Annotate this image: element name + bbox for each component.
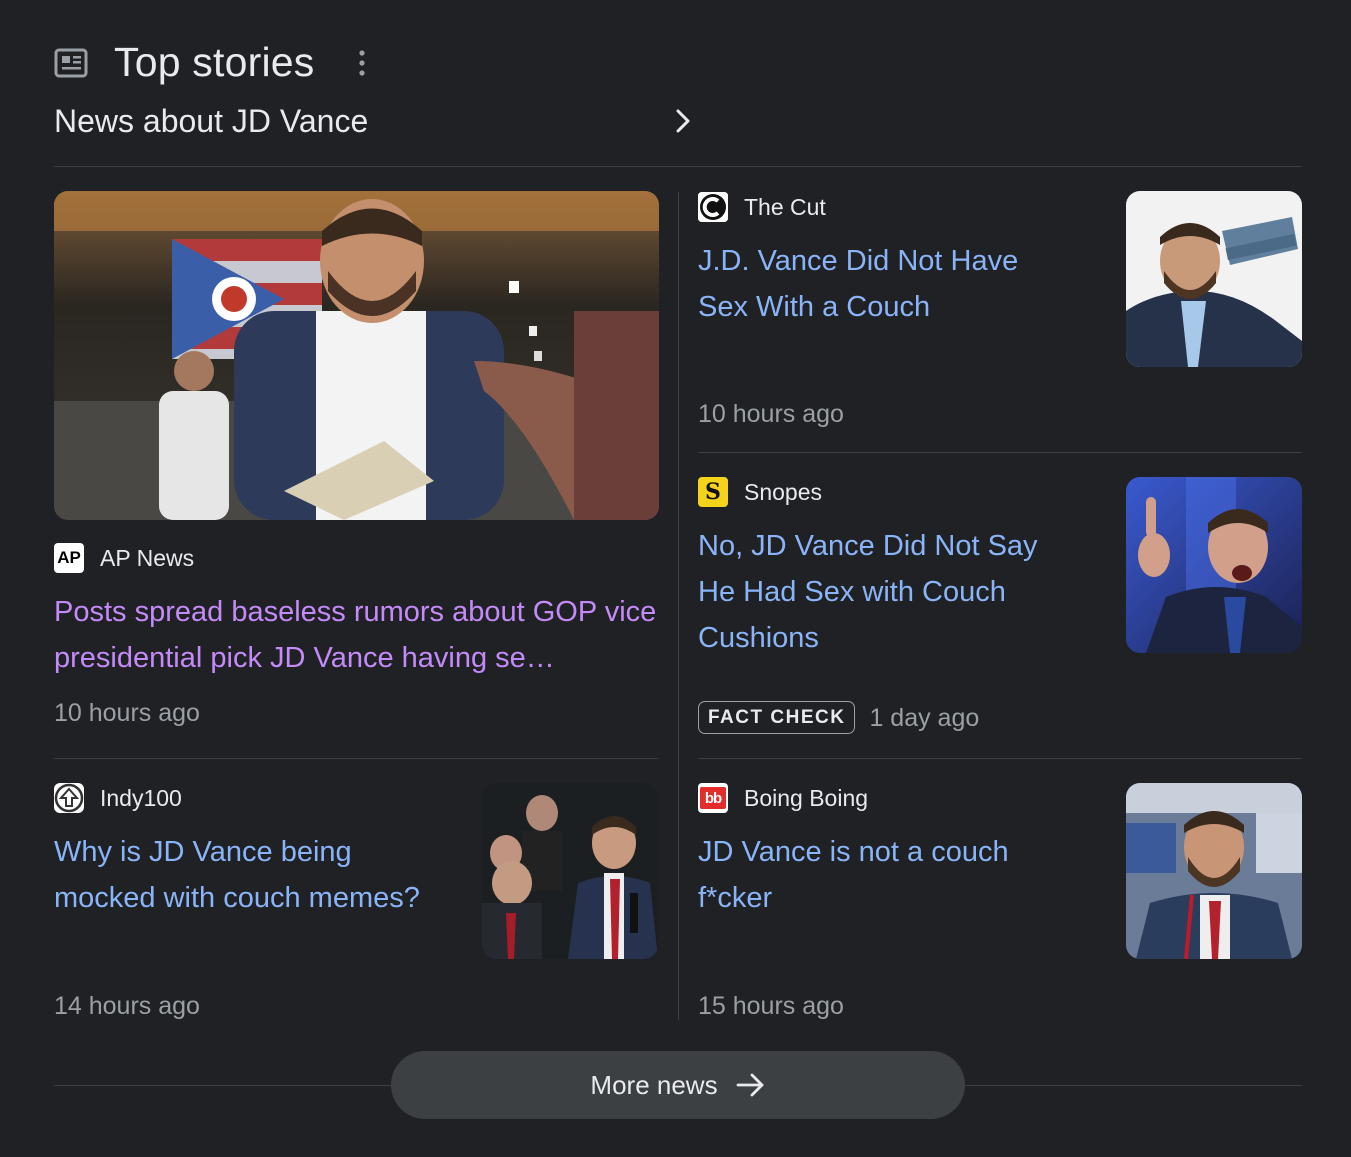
more-news-label: More news [590, 1069, 718, 1100]
source-name: Indy100 [100, 785, 182, 811]
story-card-ap[interactable]: AP AP News Posts spread baseless rumors … [54, 543, 658, 743]
news-about-label: News about JD Vance [54, 103, 369, 139]
column-divider [678, 192, 679, 1020]
story-card-snopes[interactable]: S Snopes No, JD Vance Did Not Say He Had… [698, 477, 1098, 667]
story-card-boingboing[interactable]: bb Boing Boing JD Vance is not a couch f… [698, 783, 1098, 973]
divider [54, 166, 1302, 167]
chevron-right-icon [676, 109, 690, 133]
source-name: The Cut [744, 194, 826, 220]
the-cut-logo-icon [698, 192, 728, 222]
story-time: 1 day ago [869, 703, 980, 732]
story-time: 10 hours ago [54, 699, 200, 727]
newspaper-icon [54, 48, 88, 78]
story-headline[interactable]: Posts spread baseless rumors about GOP v… [54, 589, 658, 681]
divider [698, 758, 1302, 759]
story-meta: FACT CHECK 1 day ago [698, 701, 979, 734]
section-title: Top stories [114, 39, 315, 85]
source-name: AP News [100, 545, 195, 571]
source-name: Boing Boing [744, 785, 869, 811]
story-headline[interactable]: J.D. Vance Did Not Have Sex With a Couch [698, 238, 1058, 330]
ap-logo-text: AP [57, 548, 81, 567]
fact-check-badge: FACT CHECK [698, 701, 856, 734]
story-time: 15 hours ago [698, 992, 844, 1020]
more-news-button[interactable]: More news [391, 1051, 965, 1119]
bb-logo-text: bb [704, 789, 722, 807]
arrow-right-icon [736, 1073, 763, 1097]
story-card-indy100[interactable]: Indy100 Why is JD Vance being mocked wit… [54, 783, 474, 973]
story-image-snopes[interactable] [1126, 477, 1302, 653]
snopes-logo-icon: S [698, 477, 728, 507]
up-arrow-icon [54, 783, 84, 813]
news-about-link[interactable]: News about JD Vance [54, 98, 704, 146]
ap-news-logo-icon: AP [54, 543, 84, 573]
story-card-thecut[interactable]: The Cut J.D. Vance Did Not Have Sex With… [698, 192, 1098, 432]
divider [698, 452, 1302, 453]
indy100-logo-icon [54, 783, 84, 813]
snopes-logo-text: S [705, 479, 721, 505]
story-headline[interactable]: JD Vance is not a couch f*cker [698, 829, 1058, 921]
the-cut-c-icon [698, 192, 728, 222]
story-time: 14 hours ago [54, 992, 200, 1020]
story-headline[interactable]: No, JD Vance Did Not Say He Had Sex with… [698, 523, 1078, 661]
story-image-thecut[interactable] [1126, 191, 1302, 367]
more-options-icon[interactable] [352, 48, 372, 78]
story-image-boingboing[interactable] [1126, 783, 1302, 959]
source-name: Snopes [744, 479, 823, 505]
story-headline[interactable]: Why is JD Vance being mocked with couch … [54, 829, 454, 921]
story-image-indy100[interactable] [482, 783, 658, 959]
story-image-ap[interactable] [54, 191, 659, 520]
boing-boing-logo-icon: bb [698, 783, 728, 813]
story-time: 10 hours ago [698, 400, 844, 428]
divider [54, 758, 658, 759]
